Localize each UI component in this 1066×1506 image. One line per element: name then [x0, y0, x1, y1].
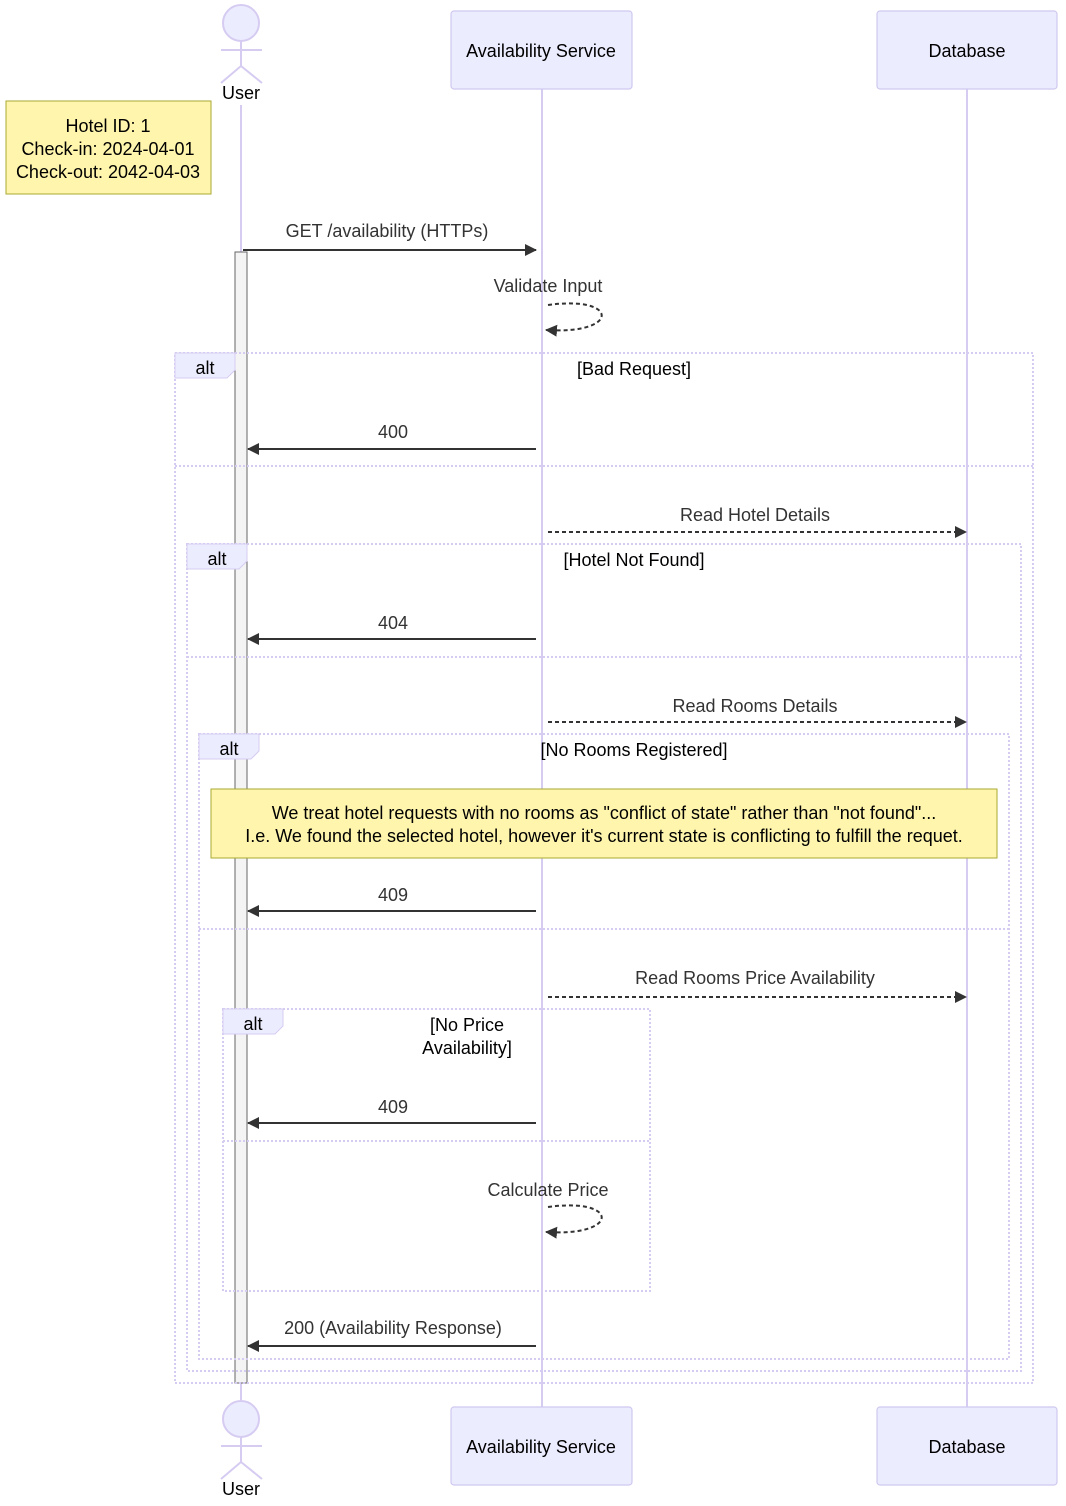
svg-text:I.e. We found the selected hot: I.e. We found the selected hotel, howeve… — [245, 826, 963, 846]
alt-frame — [174, 352, 1034, 1384]
user-actor-bottom[interactable]: User — [220, 1400, 263, 1499]
message-label: Validate Input — [494, 276, 603, 296]
alt-condition: [Bad Request] — [577, 359, 691, 379]
service-participant-bottom[interactable]: Availability Service — [450, 1406, 633, 1486]
message-label: 404 — [378, 613, 408, 633]
self-message-arrow — [545, 1204, 603, 1239]
message-label: GET /availability (HTTPs) — [286, 221, 489, 241]
service-participant-top[interactable]: Availability Service — [450, 10, 633, 90]
database-participant-top[interactable]: Database — [876, 10, 1058, 90]
alt-condition: [No Price — [430, 1015, 504, 1035]
message-label: Read Hotel Details — [680, 505, 830, 525]
hotel-params-note: Hotel ID: 1 Check-in: 2024-04-01 Check-o… — [5, 100, 212, 195]
message-label: Read Rooms Details — [672, 696, 837, 716]
alt-condition: [No Rooms Registered] — [540, 740, 727, 760]
message-label: Calculate Price — [487, 1180, 608, 1200]
service-label: Availability Service — [466, 1437, 616, 1457]
alt-label: alt — [195, 358, 214, 378]
user-label: User — [222, 83, 260, 103]
alt-label: alt — [207, 549, 226, 569]
self-message-arrow — [545, 302, 603, 337]
alt-label: alt — [243, 1014, 262, 1034]
message-label: 200 (Availability Response) — [284, 1318, 502, 1338]
message-label: Read Rooms Price Availability — [635, 968, 875, 988]
database-participant-bottom[interactable]: Database — [876, 1406, 1058, 1486]
alt-condition: Availability] — [422, 1038, 512, 1058]
message-label: 409 — [378, 1097, 408, 1117]
database-label: Database — [928, 41, 1005, 61]
svg-text:We treat hotel requests with n: We treat hotel requests with no rooms as… — [272, 803, 937, 823]
message-label: 409 — [378, 885, 408, 905]
message-label: 400 — [378, 422, 408, 442]
user-label: User — [222, 1479, 260, 1499]
sequence-diagram: User Availability Service Database Hotel… — [5, 4, 1058, 1499]
no-rooms-note: We treat hotel requests with no rooms as… — [210, 788, 998, 859]
alt-label: alt — [219, 739, 238, 759]
svg-text:Hotel ID: 1: Hotel ID: 1 — [65, 116, 150, 136]
service-label: Availability Service — [466, 41, 616, 61]
svg-text:Check-out: 2042-04-03: Check-out: 2042-04-03 — [16, 162, 200, 182]
alt-frame — [186, 543, 1022, 1372]
svg-text:Check-in: 2024-04-01: Check-in: 2024-04-01 — [21, 139, 194, 159]
user-actor-top[interactable]: User — [220, 4, 263, 103]
alt-condition: [Hotel Not Found] — [563, 550, 704, 570]
database-label: Database — [928, 1437, 1005, 1457]
